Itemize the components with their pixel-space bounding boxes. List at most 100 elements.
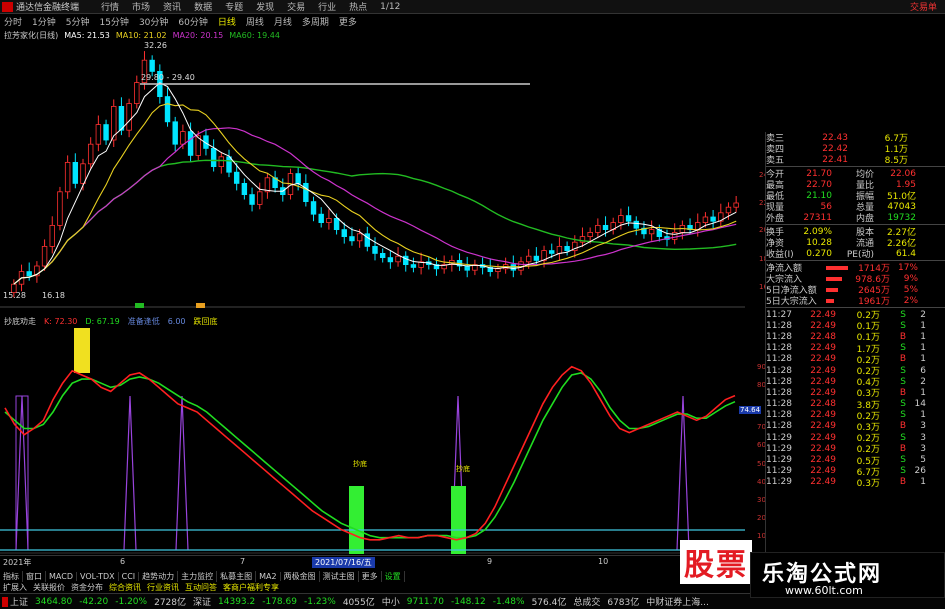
- indicator-chart[interactable]: 抄底 抄底: [0, 328, 745, 554]
- tab-more[interactable]: 更多: [359, 570, 382, 582]
- quote-panel: 卖三 22.43 6.7万 卖四 22.42 1.1万 卖五 22.41 8.5…: [765, 132, 945, 553]
- tab-expand[interactable]: 扩展入: [0, 582, 30, 593]
- tab-qa[interactable]: 互动问答: [182, 582, 220, 593]
- candle-body: [103, 124, 109, 141]
- period-tab-5min[interactable]: 5分钟: [66, 15, 90, 28]
- buy-marker-label: 购: [137, 305, 144, 308]
- candle-body: [556, 245, 563, 254]
- period-tab-1min[interactable]: 1分钟: [32, 15, 56, 28]
- candle-body: [549, 250, 555, 254]
- tab-settings[interactable]: 设置: [382, 570, 405, 582]
- candle-body: [226, 156, 232, 173]
- period-tab-timeshare[interactable]: 分时: [4, 15, 22, 28]
- signal-bar: [451, 486, 466, 554]
- menu-trade-link[interactable]: 交易单: [910, 0, 937, 13]
- menu-item-hot[interactable]: 热点: [349, 0, 367, 13]
- tab-polar[interactable]: 两极金图: [281, 570, 320, 582]
- candle-body: [187, 131, 194, 156]
- sell-marker-label: 卖: [198, 306, 205, 308]
- candle-body: [257, 191, 263, 205]
- indicator-tabs: 指标 窗口 MACD VOL-TDX CCI 趋势动力 主力监控 私募主图 MA…: [0, 569, 685, 583]
- candle-body: [372, 245, 378, 254]
- flow-bar-icon: [826, 287, 838, 292]
- menu-item-market[interactable]: 行情: [101, 0, 119, 13]
- period-tab-more[interactable]: 更多: [339, 15, 357, 28]
- candle-body: [410, 264, 417, 268]
- menu-item-trade[interactable]: 交易: [287, 0, 305, 13]
- candle-body: [126, 103, 132, 131]
- tab-industry-news[interactable]: 行业资讯: [144, 582, 182, 593]
- ma10-value: MA10: 21.02: [115, 30, 167, 40]
- ticker-sz-label[interactable]: 深证: [193, 595, 211, 608]
- period-tab-weekly[interactable]: 周线: [246, 15, 264, 28]
- ma60-line: [13, 159, 737, 285]
- tab-related-quote[interactable]: 关联报价: [30, 582, 68, 593]
- high-price-label: 32.26: [144, 42, 167, 50]
- signal-spike: [175, 395, 189, 551]
- candle-body: [379, 252, 386, 258]
- tab-general-news[interactable]: 综合资讯: [106, 582, 144, 593]
- date-label: 10: [598, 557, 609, 566]
- ticker-sh-pct: -1.20%: [115, 596, 148, 607]
- menu-item-news[interactable]: 资讯: [163, 0, 181, 13]
- candle-body: [333, 217, 340, 230]
- ma60-value: MA60: 19.44: [229, 30, 280, 40]
- period-tab-multi[interactable]: 多周期: [302, 15, 329, 28]
- date-label: 9: [487, 557, 493, 566]
- candle-body: [164, 96, 171, 123]
- tab-window[interactable]: 窗口: [23, 570, 46, 582]
- ticker-zx-label[interactable]: 中小: [382, 595, 400, 608]
- bottom-signal-label-2: 抄底: [456, 464, 470, 473]
- candle-body: [241, 182, 248, 195]
- candle-body: [295, 173, 301, 184]
- info-tabs: 扩展入 关联报价 资金分布 综合资讯 行业资讯 互动问答 客商户福利专享: [0, 582, 685, 593]
- period-tab-30min[interactable]: 30分钟: [139, 15, 168, 28]
- tab-test-main[interactable]: 测试主图: [320, 570, 359, 582]
- stock-name: 拉芳家化(日线): [4, 30, 59, 40]
- tab-ma2[interactable]: MA2: [256, 571, 281, 581]
- period-tab-60min[interactable]: 60分钟: [178, 15, 207, 28]
- tab-welfare[interactable]: 客商户福利专享: [220, 582, 282, 593]
- candle-body: [233, 171, 240, 184]
- period-tab-daily[interactable]: 日线: [218, 15, 236, 28]
- trade-list[interactable]: 11:27 22.49 0.2万 S 2 11:28 22.49 0.1万 S 1 11:28 22.…: [766, 309, 945, 489]
- candle-body: [595, 224, 601, 233]
- signal-spike-box: [15, 395, 29, 551]
- menu-item-data[interactable]: 数据: [194, 0, 212, 13]
- period-tab-15min[interactable]: 15分钟: [99, 15, 128, 28]
- ma20-line: [13, 127, 737, 285]
- tab-trend[interactable]: 趋势动力: [139, 570, 179, 582]
- tab-cci[interactable]: CCI: [119, 571, 140, 581]
- tab-vol[interactable]: VOL-TDX: [77, 571, 119, 581]
- candle-body: [318, 213, 324, 223]
- menu-item-markets[interactable]: 市场: [132, 0, 150, 13]
- period-tab-monthly[interactable]: 月线: [274, 15, 292, 28]
- candle-body: [733, 202, 739, 208]
- indicator-d-line: [4, 372, 736, 539]
- tab-indicator[interactable]: 指标: [0, 570, 23, 582]
- ticker-sh-label[interactable]: 上证: [10, 595, 28, 608]
- indicator-name: 抄底劝走: [4, 316, 36, 326]
- period-toolbar: 分时 1分钟 5分钟 15分钟 30分钟 60分钟 日线 周线 月线 多周期 更…: [0, 15, 745, 28]
- signal-spike: [15, 395, 29, 551]
- bottom-signal-label: 抄底: [353, 459, 367, 468]
- menu-item-topics[interactable]: 专题: [225, 0, 243, 13]
- ticker-icon: [2, 596, 8, 607]
- ticker-total-label: 总成交: [573, 598, 601, 608]
- candle-body: [725, 206, 732, 214]
- date-label: 2021年: [3, 558, 32, 567]
- candle-body: [41, 245, 48, 267]
- tab-fund-distribution[interactable]: 资金分布: [68, 582, 106, 593]
- main-candlestick-chart[interactable]: 32.26 29.80 - 29.40 15.28 16.18 购 卖: [0, 42, 745, 308]
- candle-body: [134, 82, 140, 104]
- candle-body: [395, 255, 401, 263]
- candle-body: [525, 255, 532, 263]
- tab-private-main[interactable]: 私募主图: [217, 570, 257, 582]
- menu-item-discover[interactable]: 发现: [256, 0, 274, 13]
- indicator-extra-2: 6.00: [167, 316, 186, 326]
- candle-body: [633, 220, 639, 229]
- tab-main-monitor[interactable]: 主力监控: [178, 570, 218, 582]
- menu-item-industry[interactable]: 行业: [318, 0, 336, 13]
- date-label: 6: [120, 557, 126, 566]
- tab-macd[interactable]: MACD: [46, 571, 77, 581]
